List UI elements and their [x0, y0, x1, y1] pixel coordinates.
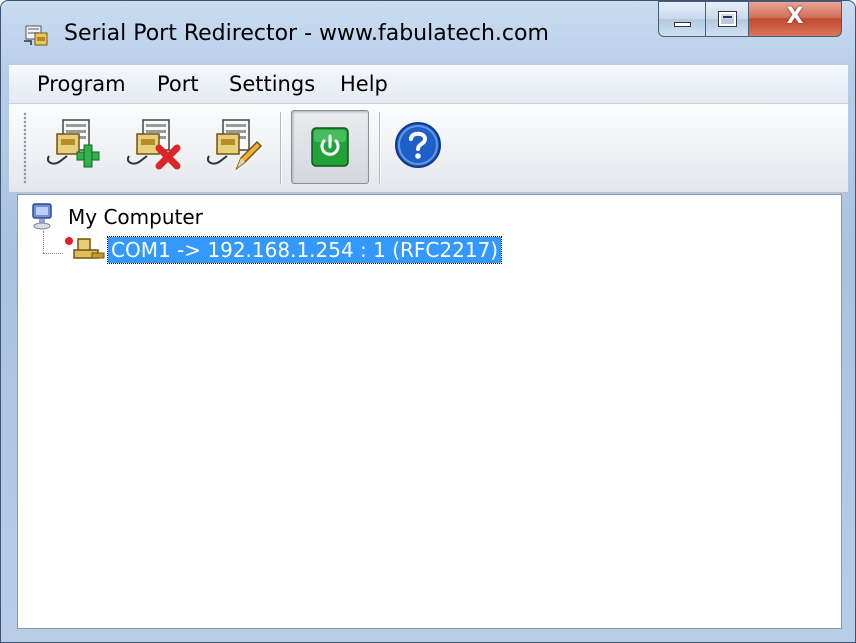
- power-button[interactable]: [291, 110, 369, 184]
- network-port-icon: [60, 235, 106, 263]
- tree-node-com1[interactable]: COM1 -> 192.168.1.254 : 1 (RFC2217): [106, 236, 503, 264]
- menu-program[interactable]: Program: [37, 72, 126, 96]
- port-remove-icon: [127, 119, 181, 170]
- toolbar-separator: [379, 112, 380, 184]
- menu-bar: Program Port Settings Help: [9, 65, 848, 104]
- toolbar-separator: [280, 112, 281, 184]
- toolbar-grip[interactable]: [23, 112, 27, 184]
- computer-icon: [32, 203, 54, 231]
- menu-settings[interactable]: Settings: [229, 72, 315, 96]
- maximize-button[interactable]: [705, 1, 749, 37]
- minimize-icon: [674, 22, 691, 27]
- tree-connector: [43, 231, 44, 253]
- maximize-icon: [719, 12, 736, 26]
- menu-port[interactable]: Port: [157, 72, 199, 96]
- port-add-icon: [47, 119, 100, 168]
- edit-port-button[interactable]: [203, 112, 267, 180]
- app-window: Serial Port Redirector - www.fabulatech.…: [0, 0, 856, 643]
- add-port-button[interactable]: [43, 112, 107, 180]
- title-bar[interactable]: Serial Port Redirector - www.fabulatech.…: [1, 1, 855, 65]
- port-edit-icon: [207, 119, 263, 171]
- menu-help[interactable]: Help: [340, 72, 388, 96]
- app-icon: [23, 23, 49, 47]
- window-title: Serial Port Redirector - www.fabulatech.…: [64, 21, 549, 46]
- port-tree[interactable]: My Computer COM1 -> 192.168.1.254 : 1 (R…: [17, 194, 842, 629]
- minimize-button[interactable]: [658, 1, 706, 37]
- toolbar: [9, 104, 848, 193]
- close-button[interactable]: X: [748, 1, 842, 37]
- help-button[interactable]: [391, 118, 445, 172]
- close-icon: X: [786, 4, 804, 29]
- remove-port-button[interactable]: [123, 112, 187, 180]
- help-icon: [395, 122, 441, 168]
- tree-node-my-computer[interactable]: My Computer: [68, 205, 203, 229]
- power-icon: [311, 127, 349, 167]
